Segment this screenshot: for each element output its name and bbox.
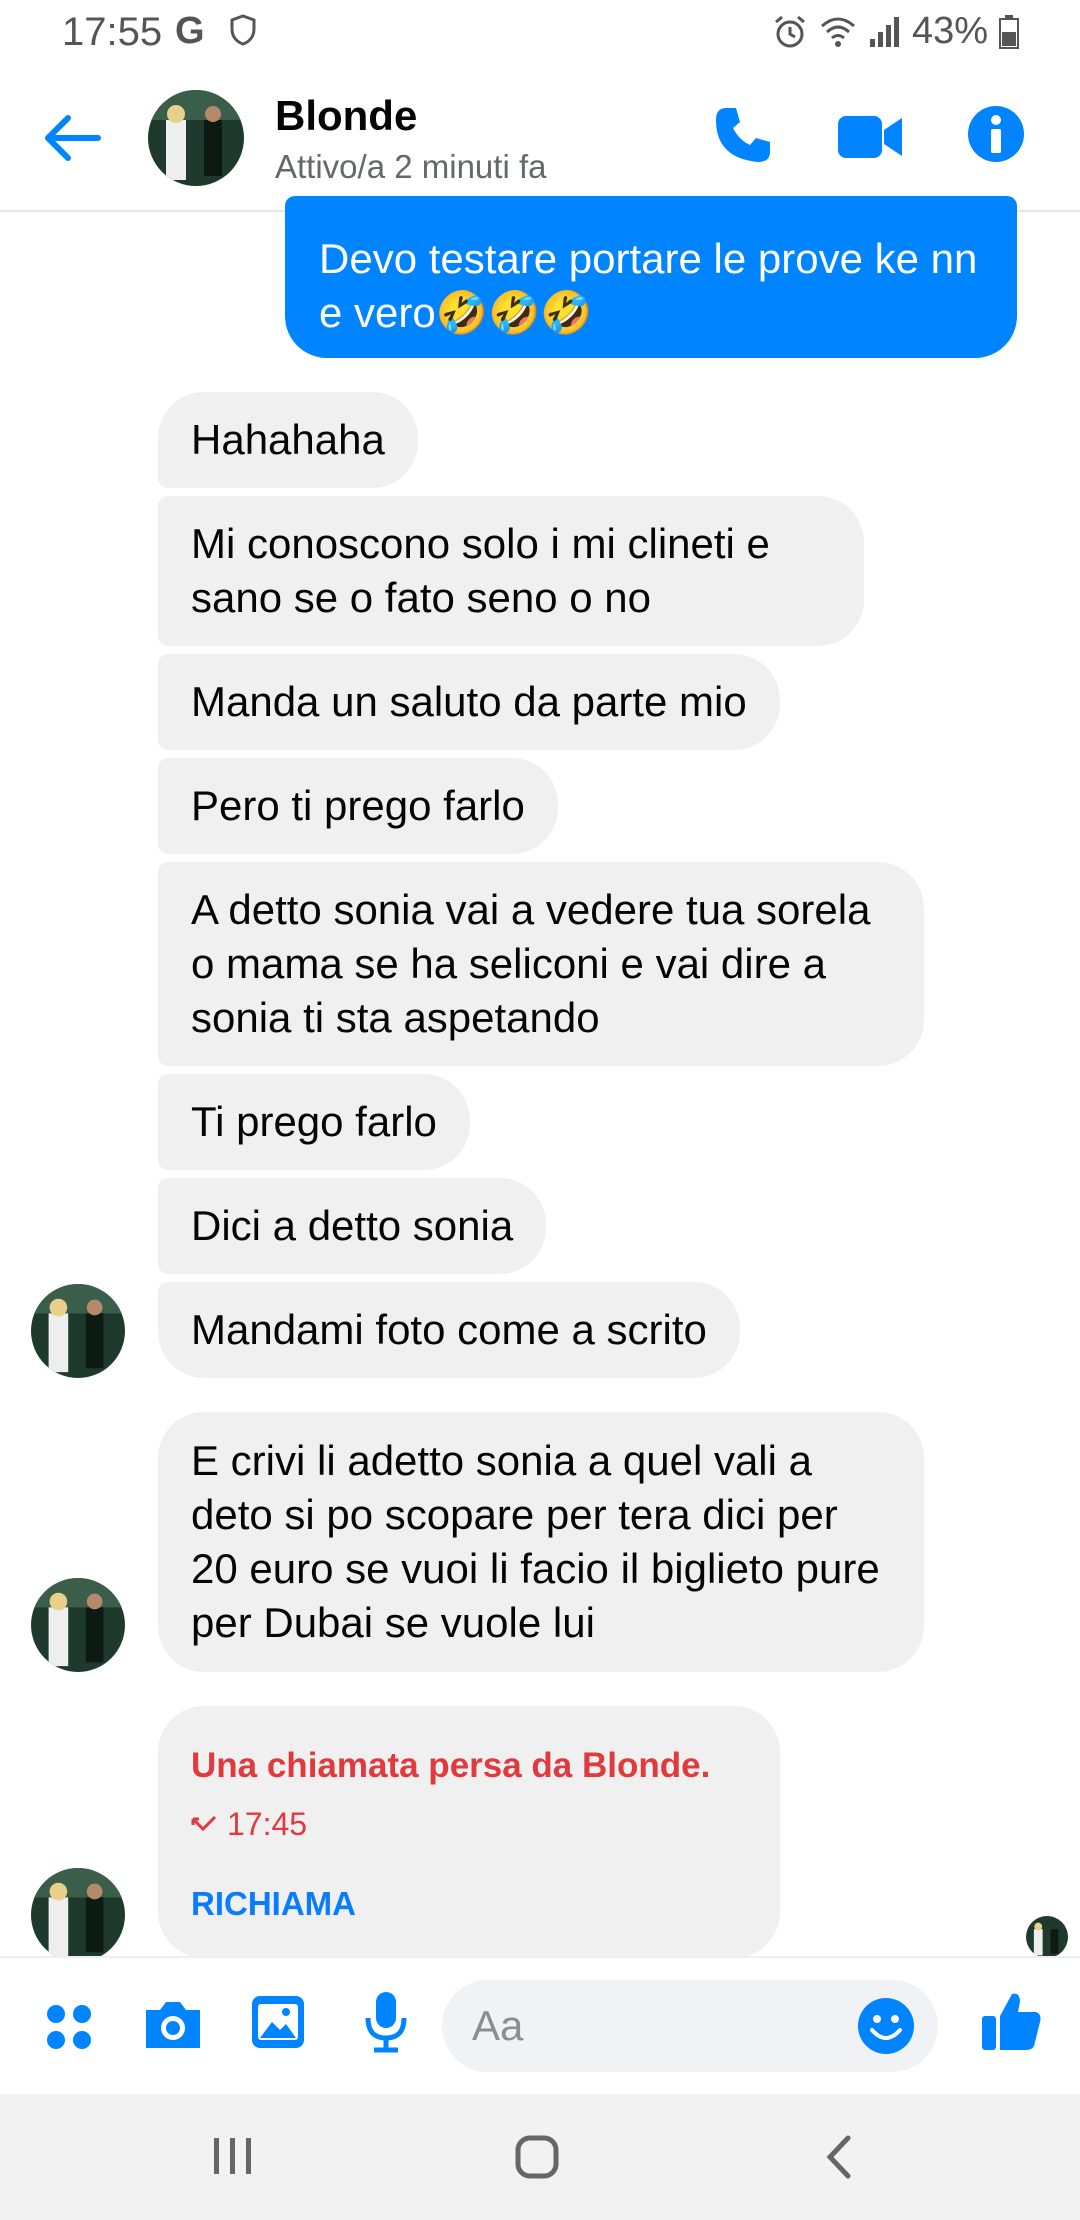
incoming-message[interactable]: Pero ti prego farlo [158,758,558,854]
video-camera-icon[interactable] [838,114,904,160]
message-text: Hahahaha [191,416,385,463]
emoji-icon[interactable] [856,1996,916,2056]
info-icon[interactable] [966,104,1026,164]
nav-back-icon[interactable] [822,2134,856,2180]
apps-icon[interactable] [44,2002,94,2052]
shield-icon [230,14,256,46]
message-input-placeholder: Aa [472,2002,524,2049]
status-bar: 17:55 G 43% [0,0,1080,66]
thumbs-up-icon[interactable] [980,1988,1044,2054]
message-text: E crivi li adetto sonia a quel vali a de… [191,1437,880,1646]
microphone-icon[interactable] [362,1990,410,2056]
sender-avatar[interactable] [31,1578,125,1672]
message-text: A detto sonia vai a vedere tua sorela o … [191,886,871,1041]
incoming-message[interactable]: A detto sonia vai a vedere tua sorela o … [158,862,924,1066]
message-input[interactable]: Aa [442,1980,938,2072]
incoming-message[interactable]: Mandami foto come a scrito [158,1282,740,1378]
missed-call-time: 17:45 [227,1806,308,1842]
message-text: Mandami foto come a scrito [191,1306,707,1353]
missed-call-card: Una chiamata persa da Blonde. 17:45 RICH… [158,1706,780,1958]
incoming-message[interactable]: E crivi li adetto sonia a quel vali a de… [158,1412,924,1672]
message-text: Mi conoscono solo i mi clineti e sano se… [191,520,770,621]
back-arrow-icon[interactable] [40,106,104,170]
gallery-icon[interactable] [250,1994,306,2050]
message-text: Pero ti prego farlo [191,782,525,829]
call-back-button[interactable]: RICHIAMA [191,1885,747,1923]
system-nav-bar [0,2094,1080,2220]
missed-call-title: Una chiamata persa da Blonde. [191,1746,711,1785]
missed-call-icon [191,1815,217,1831]
presence-status: Attivo/a 2 minuti fa [275,148,547,185]
missed-call-time-row: 17:45 [191,1806,747,1843]
composer-bar: Aa [0,1956,1080,2096]
incoming-message[interactable]: Dici a detto sonia [158,1178,547,1274]
incoming-message[interactable]: Manda un saluto da parte mio [158,654,780,750]
seen-receipt-avatar [1026,1916,1068,1958]
sender-avatar[interactable] [31,1868,125,1962]
chat-header: Blonde Attivo/a 2 minuti fa [0,66,1080,212]
battery-percent: 43% [911,10,988,52]
wifi-icon [820,17,855,47]
contact-avatar[interactable] [148,90,244,186]
message-text: Devo testare portare le prove ke nn e ve… [319,235,978,336]
home-icon[interactable] [514,2134,560,2180]
message-text: Ti prego farlo [191,1098,437,1145]
outgoing-message[interactable]: Devo testare portare le prove ke nn e ve… [285,196,1017,358]
status-time: 17:55 [62,10,163,54]
recent-apps-icon[interactable] [210,2134,256,2178]
contact-name: Blonde [275,92,418,139]
incoming-message[interactable]: Ti prego farlo [158,1074,470,1170]
phone-icon[interactable] [712,104,774,166]
signal-icon [869,16,899,47]
incoming-message[interactable]: Mi conoscono solo i mi clineti e sano se… [158,496,864,646]
message-text: Manda un saluto da parte mio [191,678,747,725]
status-right: 43% [772,10,1020,53]
incoming-message[interactable]: Hahahaha [158,392,418,488]
alarm-icon [774,15,805,47]
camera-icon[interactable] [142,1998,204,2052]
message-text: Dici a detto sonia [191,1202,514,1249]
sender-avatar[interactable] [31,1284,125,1378]
google-icon: G [175,10,205,52]
battery-icon [999,14,1019,49]
